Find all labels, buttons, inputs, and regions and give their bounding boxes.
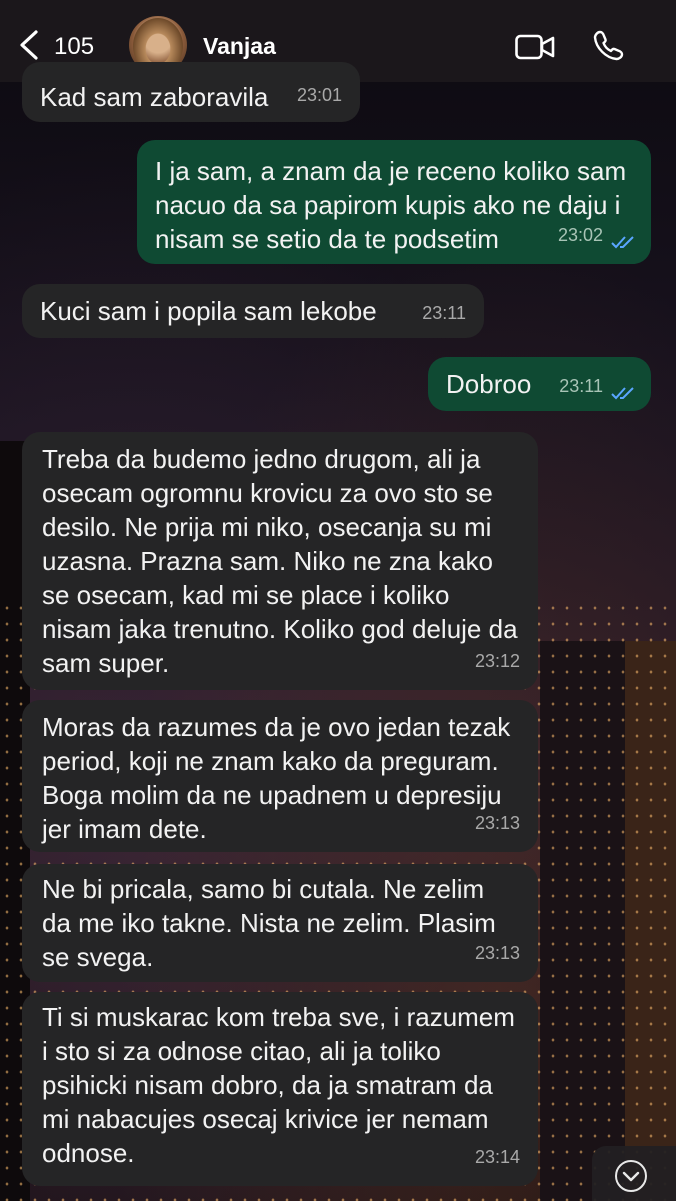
message-bubble-incoming[interactable]: Ne bi pricala, samo bi cutala. Ne zelim …	[22, 864, 538, 982]
message-text: Treba da budemo jedno drugom, ali ja ose…	[42, 444, 518, 678]
double-check-icon	[611, 236, 634, 249]
message-time: 23:14	[474, 1147, 520, 1167]
message-bubble-incoming[interactable]: Treba da budemo jedno drugom, ali ja ose…	[22, 432, 538, 690]
message-text: Ne bi pricala, samo bi cutala. Ne zelim …	[42, 874, 496, 972]
message-bubble-outgoing[interactable]: I ja sam, a znam da je receno koliko sam…	[137, 140, 651, 264]
message-text: Moras da razumes da je ovo jedan tezak p…	[42, 712, 511, 844]
message-bubble-incoming[interactable]: Kad sam zaboravila 23:01	[22, 62, 360, 122]
message-time: 23:13	[474, 943, 520, 963]
chevron-left-icon[interactable]	[18, 30, 40, 60]
phone-icon[interactable]	[593, 29, 625, 61]
contact-name[interactable]: Vanjaa	[203, 33, 276, 60]
message-bubble-outgoing[interactable]: Dobroo 23:11	[428, 357, 651, 411]
message-time: 23:11	[559, 376, 603, 396]
message-time: 23:02	[557, 225, 603, 245]
video-camera-icon[interactable]	[515, 33, 555, 61]
message-time: 23:13	[474, 813, 520, 833]
message-text: Kuci sam i popila sam lekobe	[40, 296, 377, 326]
message-bubble-incoming[interactable]: Ti si muskarac kom treba sve, i razumem …	[22, 992, 538, 1186]
message-bubble-incoming[interactable]: Kuci sam i popila sam lekobe 23:11	[22, 284, 484, 338]
message-text: Ti si muskarac kom treba sve, i razumem …	[42, 1002, 515, 1168]
double-check-icon	[611, 387, 634, 400]
chevron-down-icon	[622, 1171, 640, 1182]
scroll-to-bottom-button[interactable]	[592, 1146, 676, 1201]
message-time: 23:12	[474, 651, 520, 671]
message-time: 23:11	[422, 303, 466, 323]
message-time: 23:01	[296, 85, 342, 105]
message-text: Dobroo	[446, 369, 532, 399]
unread-count[interactable]: 105	[54, 33, 94, 61]
message-bubble-incoming[interactable]: Moras da razumes da je ovo jedan tezak p…	[22, 700, 538, 852]
message-text: I ja sam, a znam da je receno koliko sam…	[155, 156, 627, 254]
